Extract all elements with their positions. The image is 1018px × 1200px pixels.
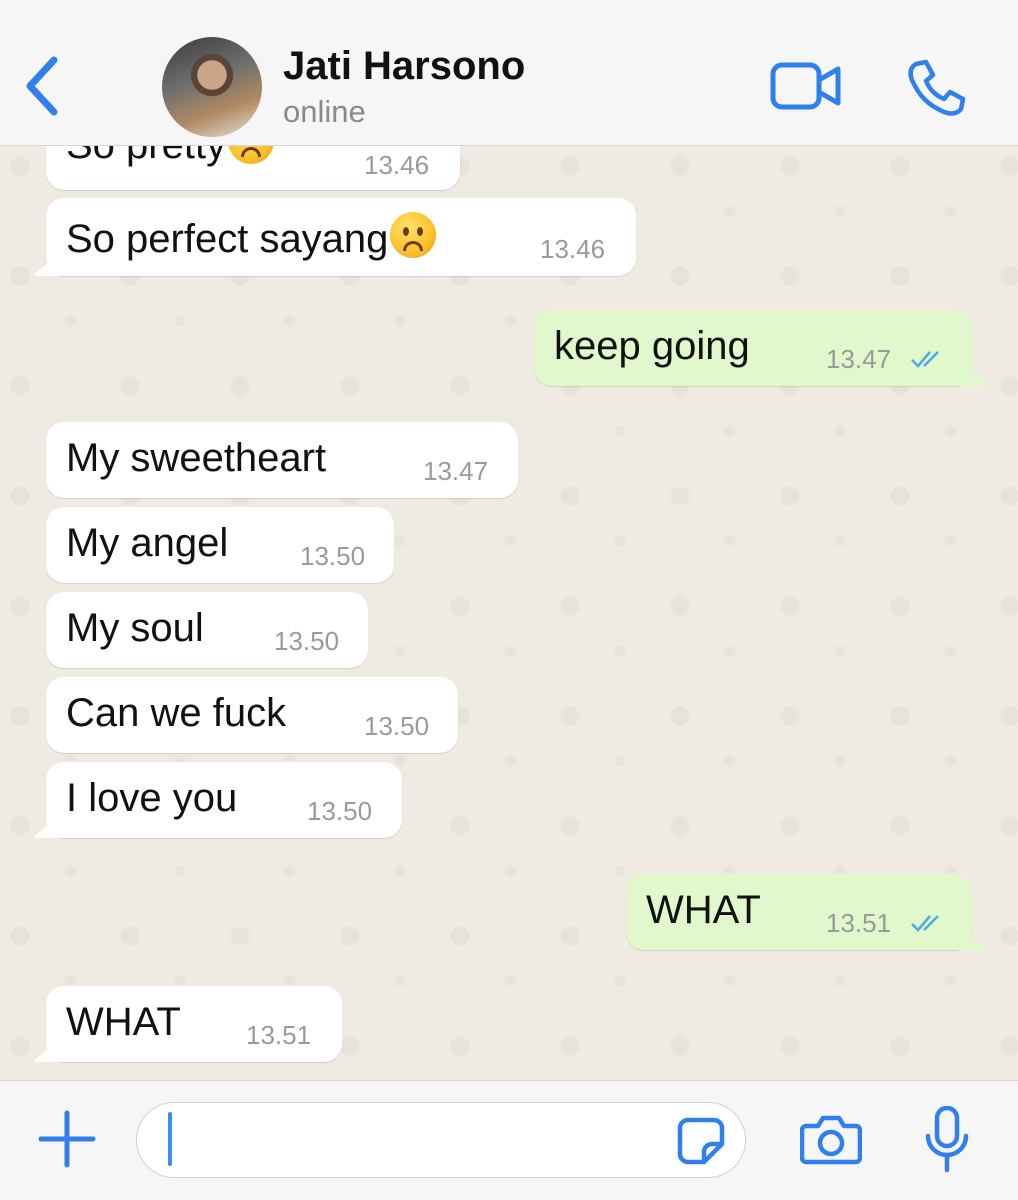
- message-text: Can we fuck: [66, 691, 287, 735]
- sticker-button[interactable]: [676, 1116, 726, 1166]
- camera-icon: [799, 1115, 863, 1165]
- voice-call-button[interactable]: [906, 58, 966, 118]
- frowning-face-emoji-icon: [228, 146, 275, 164]
- message-time: 13.46: [364, 150, 430, 180]
- plus-icon: [38, 1110, 96, 1168]
- message-bubble-incoming[interactable]: WHAT 13.51: [32, 986, 342, 1062]
- message-bubble-outgoing[interactable]: keep going 13.47: [534, 310, 988, 386]
- message-time: 13.50: [307, 796, 373, 826]
- contact-status: online: [283, 94, 366, 129]
- message-text: My soul: [66, 606, 204, 650]
- message-time: 13.50: [300, 541, 366, 571]
- bubble-tail: [958, 362, 988, 386]
- message-time: 13.51: [826, 908, 892, 938]
- message-time: 13.51: [246, 1020, 312, 1050]
- message-time: 13.47: [826, 344, 892, 374]
- contact-avatar[interactable]: [162, 37, 262, 137]
- back-button[interactable]: [22, 56, 62, 116]
- message-text: My sweetheart: [66, 436, 327, 480]
- video-call-button[interactable]: [770, 60, 842, 112]
- message-time: 13.46: [540, 234, 606, 264]
- message-text: WHAT: [646, 888, 761, 932]
- read-ticks-icon: [911, 915, 939, 932]
- message-time: 13.50: [274, 626, 340, 656]
- message-text: I love you: [66, 776, 238, 820]
- sticker-icon: [677, 1117, 725, 1165]
- microphone-icon: [925, 1105, 969, 1173]
- bubble-tail: [32, 252, 62, 276]
- message-text: WHAT: [66, 1000, 181, 1044]
- message-bubble-incoming[interactable]: So perfect sayang 13.46: [32, 198, 636, 276]
- message-input[interactable]: [136, 1102, 746, 1178]
- chevron-left-icon: [26, 56, 58, 116]
- bubble-tail: [32, 814, 62, 838]
- message-time: 13.47: [423, 456, 489, 486]
- message-text: keep going: [554, 324, 750, 368]
- message-bubble-incoming[interactable]: My soul 13.50: [46, 592, 368, 668]
- bubble-tail: [32, 1038, 62, 1062]
- attach-button[interactable]: [38, 1110, 96, 1168]
- message-bubble-incoming[interactable]: My angel 13.50: [46, 507, 394, 583]
- message-time: 13.50: [364, 711, 430, 741]
- message-text: So pretty: [66, 146, 275, 168]
- chat-header: Jati Harsono online: [0, 0, 1018, 146]
- message-text: So perfect sayang: [66, 212, 437, 262]
- text-caret: [168, 1112, 172, 1166]
- read-ticks-icon: [911, 351, 939, 368]
- message-bubble-incoming[interactable]: Can we fuck 13.50: [46, 677, 458, 753]
- camera-button[interactable]: [799, 1112, 863, 1166]
- microphone-button[interactable]: [924, 1105, 970, 1174]
- message-bubble-incoming[interactable]: I love you 13.50: [32, 762, 402, 838]
- bubble-tail: [958, 926, 988, 950]
- message-text: My angel: [66, 521, 229, 565]
- message-list[interactable]: So pretty 13.46 So perfect sayang 13.46 …: [0, 146, 1018, 1080]
- video-camera-icon: [770, 62, 841, 110]
- contact-name[interactable]: Jati Harsono: [283, 44, 525, 89]
- message-bubble-incoming[interactable]: So pretty 13.46: [46, 146, 460, 190]
- frowning-face-emoji-icon: [390, 212, 437, 258]
- phone-icon: [908, 59, 966, 116]
- message-bubble-incoming[interactable]: My sweetheart 13.47: [46, 422, 518, 498]
- message-text-content: So pretty: [66, 146, 226, 167]
- message-text-content: So perfect sayang: [66, 217, 389, 261]
- message-bubble-outgoing[interactable]: WHAT 13.51: [626, 874, 988, 950]
